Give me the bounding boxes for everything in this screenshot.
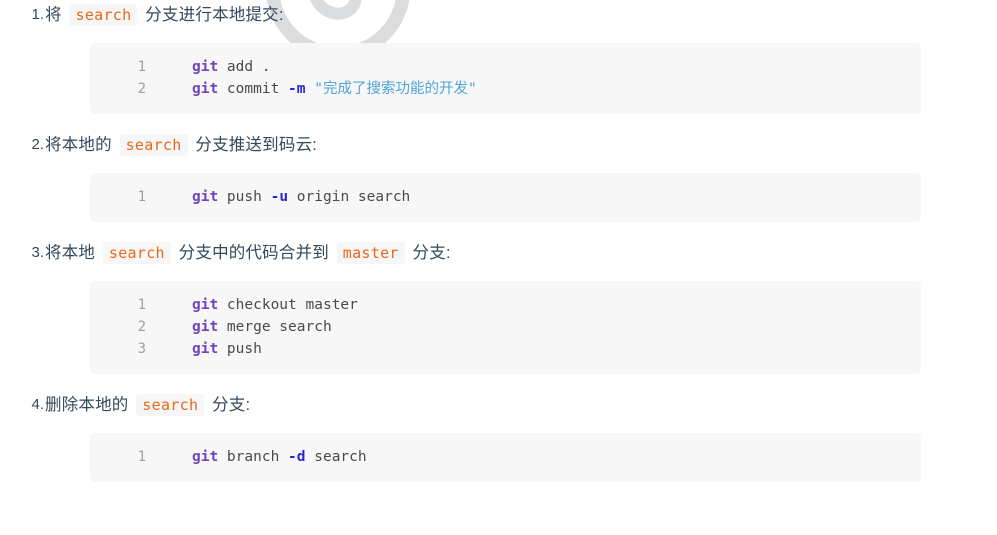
code-block[interactable]: 1 git checkout master 2 git merge search 3 gi… (90, 281, 921, 374)
step-text-fragment: 分支: (407, 244, 451, 262)
code-token-plain: checkout master (218, 297, 358, 313)
code-token-string: "完成了搜索功能的开发" (314, 81, 477, 97)
step-spacer (45, 114, 997, 130)
code-token-plain: push (218, 189, 271, 205)
code-line-content: git commit -m "完成了搜索功能的开发" (146, 78, 477, 100)
step-text-fragment: 删除本地的 (45, 396, 134, 414)
code-line: 1 git add . (90, 56, 921, 78)
code-token-plain: commit (218, 81, 289, 97)
code-line-content: git branch -d search (146, 446, 367, 468)
code-line: 1 git push -u origin search (90, 186, 921, 208)
step-item: 2. 将本地的 search 分支推送到码云: 1 git push -u origi… (0, 130, 997, 238)
step-text-fragment: 分支中的代码合并到 (173, 244, 334, 262)
step-text-fragment: 将 (45, 6, 67, 24)
step-description: 将本地的 search 分支推送到码云: (45, 130, 997, 160)
step-text-fragment: 将本地 (45, 244, 100, 262)
step-text-fragment: 将本地的 (45, 136, 117, 154)
code-token-cmd: git (192, 341, 219, 357)
step-text-fragment: 分支: (207, 396, 251, 414)
step-spacer (45, 374, 997, 390)
step-description: 删除本地的 search 分支: (45, 390, 997, 420)
code-token-plain: search (305, 449, 367, 465)
step-number: 4. (31, 396, 44, 413)
code-line: 2 git commit -m "完成了搜索功能的开发" (90, 78, 921, 100)
code-token-flag: -d (288, 449, 306, 465)
code-token-plain: push (218, 341, 262, 357)
step-spacer (45, 482, 997, 498)
step-spacer (45, 222, 997, 238)
instruction-document: 1. 将 search 分支进行本地提交: 1 git add . 2 git commi… (0, 0, 997, 498)
code-block[interactable]: 1 git branch -d search (90, 433, 921, 482)
code-token-flag: -u (270, 189, 289, 205)
code-line-content: git merge search (146, 316, 332, 338)
step-description: 将本地 search 分支中的代码合并到 master 分支: (45, 238, 997, 268)
code-line-content: git push (146, 338, 262, 360)
step-text-fragment: 分支推送到码云: (190, 136, 318, 154)
code-token-plain: merge search (218, 319, 332, 335)
code-token-cmd: git (192, 59, 219, 75)
code-line-content: git add . (146, 56, 271, 78)
code-token-cmd: git (192, 319, 219, 335)
code-token-plain: origin search (288, 189, 411, 205)
step-number: 3. (31, 244, 44, 261)
inline-code-chip: search (69, 4, 138, 26)
step-number: 2. (31, 136, 44, 153)
step-item: 3. 将本地 search 分支中的代码合并到 master 分支: 1 git ch… (0, 238, 997, 390)
step-item: 1. 将 search 分支进行本地提交: 1 git add . 2 git commi… (0, 0, 997, 130)
code-line: 1 git branch -d search (90, 446, 921, 468)
inline-code-chip: search (102, 242, 171, 264)
inline-code-chip: search (136, 394, 205, 416)
line-number: 1 (137, 189, 146, 205)
code-token-cmd: git (192, 81, 219, 97)
code-line: 3 git push (90, 338, 921, 360)
code-line-content: git push -u origin search (146, 186, 410, 208)
code-token-plain: add . (218, 59, 271, 75)
line-number: 2 (137, 81, 146, 97)
code-token-cmd: git (192, 449, 219, 465)
code-token-plain: branch (218, 449, 289, 465)
code-block[interactable]: 1 git add . 2 git commit -m "完成了搜索功能的开发" (90, 43, 921, 114)
code-block[interactable]: 1 git push -u origin search (90, 173, 921, 222)
inline-code-chip: search (119, 134, 188, 156)
inline-code-chip: master (336, 242, 405, 264)
line-number: 1 (137, 59, 146, 75)
code-token-cmd: git (192, 189, 219, 205)
code-line-content: git checkout master (146, 294, 358, 316)
line-number: 1 (137, 449, 146, 465)
code-line: 1 git checkout master (90, 294, 921, 316)
code-line: 2 git merge search (90, 316, 921, 338)
step-list: 1. 将 search 分支进行本地提交: 1 git add . 2 git commi… (0, 0, 997, 498)
line-number: 3 (137, 341, 146, 357)
line-number: 1 (137, 297, 146, 313)
step-number: 1. (31, 6, 44, 23)
step-item: 4. 删除本地的 search 分支: 1 git branch -d search (0, 390, 997, 498)
code-token-flag: -m (288, 81, 306, 97)
step-text-fragment: 分支进行本地提交: (140, 6, 284, 24)
code-token-cmd: git (192, 297, 219, 313)
line-number: 2 (137, 319, 146, 335)
step-description: 将 search 分支进行本地提交: (45, 0, 997, 30)
